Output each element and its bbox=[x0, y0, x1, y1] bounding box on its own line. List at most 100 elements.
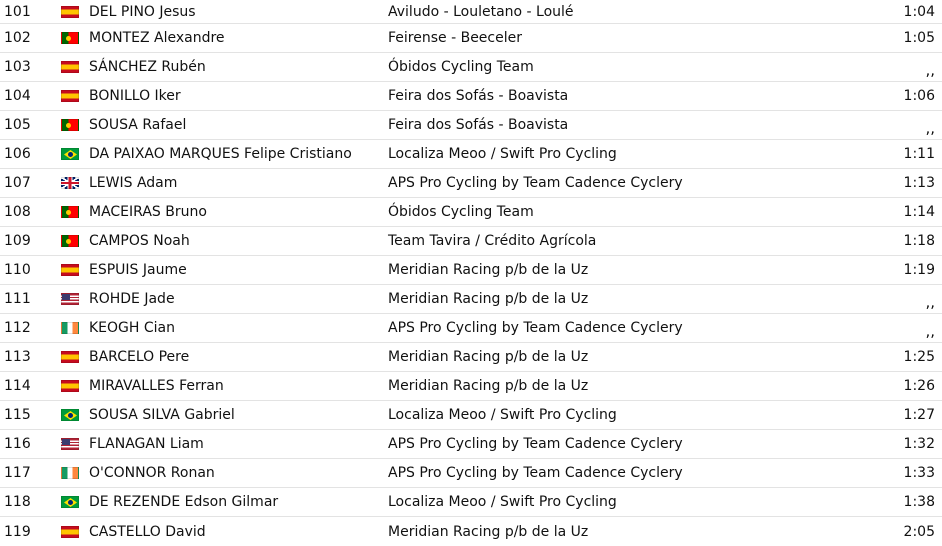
rider-name-link[interactable]: DE REZENDE Edson Gilmar bbox=[89, 488, 379, 516]
team-name-link[interactable]: Aviludo - Louletano - Loulé bbox=[388, 0, 808, 23]
team-name-link[interactable]: Óbidos Cycling Team bbox=[388, 53, 808, 81]
team-name-link[interactable]: Feira dos Sofás - Boavista bbox=[388, 111, 808, 139]
time-gap-cell: 1:33 bbox=[903, 465, 935, 481]
rider-name-link[interactable]: MIRAVALLES Ferran bbox=[89, 372, 379, 400]
team-name-link[interactable]: Meridian Racing p/b de la Uz bbox=[388, 343, 808, 371]
flag-cell bbox=[61, 0, 81, 23]
rider-name-link[interactable]: BARCELO Pere bbox=[89, 343, 379, 371]
position-cell: 114 bbox=[4, 378, 31, 394]
flag-cell bbox=[61, 459, 81, 487]
time-gap-cell: 1:06 bbox=[903, 88, 935, 104]
ireland-flag-icon bbox=[61, 467, 79, 479]
spain-flag-icon bbox=[61, 351, 79, 363]
brazil-flag-icon bbox=[61, 409, 79, 421]
flag-cell bbox=[61, 24, 81, 52]
table-row: 117 O'CONNOR Ronan APS Pro Cycling by Team… bbox=[0, 459, 942, 488]
rider-name-link[interactable]: ESPUIS Jaume bbox=[89, 256, 379, 284]
position-cell: 113 bbox=[4, 349, 31, 365]
team-name-link[interactable]: Team Tavira / Crédito Agrícola bbox=[388, 227, 808, 255]
table-row: 109 CAMPOS Noah Team Tavira / Crédito Agrí… bbox=[0, 227, 942, 256]
position-cell: 111 bbox=[4, 291, 31, 307]
time-gap-cell: 1:25 bbox=[903, 349, 935, 365]
flag-cell bbox=[61, 285, 81, 313]
team-name-link[interactable]: APS Pro Cycling by Team Cadence Cyclery bbox=[388, 169, 808, 197]
team-name-link[interactable]: APS Pro Cycling by Team Cadence Cyclery bbox=[388, 314, 808, 342]
table-row: 106 DA PAIXAO MARQUES Felipe Cristiano Loc… bbox=[0, 140, 942, 169]
portugal-flag-icon bbox=[61, 206, 79, 218]
spain-flag-icon bbox=[61, 90, 79, 102]
spain-flag-icon bbox=[61, 61, 79, 73]
position-cell: 103 bbox=[4, 59, 31, 75]
rider-name-link[interactable]: CAMPOS Noah bbox=[89, 227, 379, 255]
rider-name-link[interactable]: DA PAIXAO MARQUES Felipe Cristiano bbox=[89, 140, 379, 168]
time-gap-cell: 1:32 bbox=[903, 436, 935, 452]
flag-cell bbox=[61, 343, 81, 371]
rider-name-link[interactable]: ROHDE Jade bbox=[89, 285, 379, 313]
position-cell: 106 bbox=[4, 146, 31, 162]
team-name-link[interactable]: Localiza Meoo / Swift Pro Cycling bbox=[388, 401, 808, 429]
time-gap-cell: 1:26 bbox=[903, 378, 935, 394]
spain-flag-icon bbox=[61, 380, 79, 392]
position-cell: 108 bbox=[4, 204, 31, 220]
flag-cell bbox=[61, 140, 81, 168]
rider-name-link[interactable]: DEL PINO Jesus bbox=[89, 0, 379, 23]
flag-cell bbox=[61, 314, 81, 342]
rider-name-link[interactable]: BONILLO Iker bbox=[89, 82, 379, 110]
rider-name-link[interactable]: MACEIRAS Bruno bbox=[89, 198, 379, 226]
usa-flag-icon bbox=[61, 438, 79, 450]
team-name-link[interactable]: Localiza Meoo / Swift Pro Cycling bbox=[388, 488, 808, 516]
table-row: 113 BARCELO Pere Meridian Racing p/b de la… bbox=[0, 343, 942, 372]
team-name-link[interactable]: Meridian Racing p/b de la Uz bbox=[388, 372, 808, 400]
spain-flag-icon bbox=[61, 264, 79, 276]
team-name-link[interactable]: Meridian Racing p/b de la Uz bbox=[388, 256, 808, 284]
table-row: 112 KEOGH Cian APS Pro Cycling by Team Cad… bbox=[0, 314, 942, 343]
position-cell: 107 bbox=[4, 175, 31, 191]
time-gap-cell: ,, bbox=[925, 293, 935, 311]
time-gap-cell: 1:11 bbox=[903, 146, 935, 162]
rider-name-link[interactable]: SOUSA SILVA Gabriel bbox=[89, 401, 379, 429]
time-gap-cell: 1:18 bbox=[903, 233, 935, 249]
table-row: 118 DE REZENDE Edson Gilmar Localiza Meoo … bbox=[0, 488, 942, 517]
portugal-flag-icon bbox=[61, 119, 79, 131]
flag-cell bbox=[61, 430, 81, 458]
time-gap-cell: 1:13 bbox=[903, 175, 935, 191]
position-cell: 116 bbox=[4, 436, 31, 452]
flag-cell bbox=[61, 53, 81, 81]
team-name-link[interactable]: Óbidos Cycling Team bbox=[388, 198, 808, 226]
table-row: 111 ROHDE Jade Meridian Racing p/b de la U… bbox=[0, 285, 942, 314]
brazil-flag-icon bbox=[61, 148, 79, 160]
rider-name-link[interactable]: KEOGH Cian bbox=[89, 314, 379, 342]
rider-name-link[interactable]: SÁNCHEZ Rubén bbox=[89, 53, 379, 81]
team-name-link[interactable]: Feirense - Beeceler bbox=[388, 24, 808, 52]
table-row: 104 BONILLO Iker Feira dos Sofás - Boavist… bbox=[0, 82, 942, 111]
rider-name-link[interactable]: FLANAGAN Liam bbox=[89, 430, 379, 458]
time-gap-cell: 1:05 bbox=[903, 30, 935, 46]
rider-name-link[interactable]: SOUSA Rafael bbox=[89, 111, 379, 139]
position-cell: 112 bbox=[4, 320, 31, 336]
position-cell: 101 bbox=[4, 3, 31, 20]
ireland-flag-icon bbox=[61, 322, 79, 334]
rider-name-link[interactable]: LEWIS Adam bbox=[89, 169, 379, 197]
flag-cell bbox=[61, 169, 81, 197]
time-gap-cell: ,, bbox=[925, 61, 935, 79]
brazil-flag-icon bbox=[61, 496, 79, 508]
portugal-flag-icon bbox=[61, 235, 79, 247]
position-cell: 115 bbox=[4, 407, 31, 423]
flag-cell bbox=[61, 198, 81, 226]
flag-cell bbox=[61, 372, 81, 400]
flag-cell bbox=[61, 401, 81, 429]
team-name-link[interactable]: Localiza Meoo / Swift Pro Cycling bbox=[388, 140, 808, 168]
table-row: 102 MONTEZ Alexandre Feirense - Beeceler 1:… bbox=[0, 24, 942, 53]
table-row: 114 MIRAVALLES Ferran Meridian Racing p/b … bbox=[0, 372, 942, 401]
spain-flag-icon bbox=[61, 525, 79, 538]
team-name-link[interactable]: Feira dos Sofás - Boavista bbox=[388, 82, 808, 110]
team-name-link[interactable]: APS Pro Cycling by Team Cadence Cyclery bbox=[388, 459, 808, 487]
rider-name-link[interactable]: MONTEZ Alexandre bbox=[89, 24, 379, 52]
team-name-link[interactable]: APS Pro Cycling by Team Cadence Cyclery bbox=[388, 430, 808, 458]
position-cell: 118 bbox=[4, 494, 31, 510]
position-cell: 109 bbox=[4, 233, 31, 249]
position-cell: 104 bbox=[4, 88, 31, 104]
rider-name-link[interactable]: O'CONNOR Ronan bbox=[89, 459, 379, 487]
team-name-link[interactable]: Meridian Racing p/b de la Uz bbox=[388, 285, 808, 313]
position-cell: 110 bbox=[4, 262, 31, 278]
